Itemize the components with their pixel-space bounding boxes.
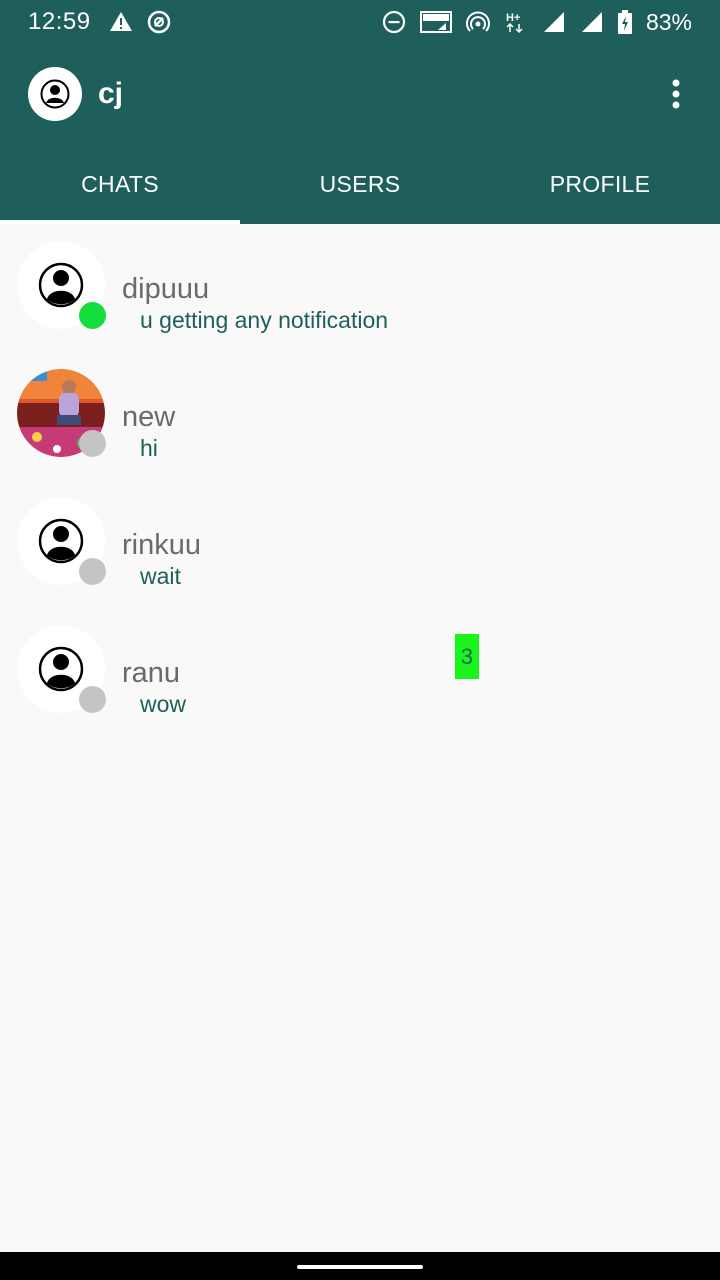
status-time: 12:59 (28, 8, 91, 35)
battery-percent: 83% (645, 8, 692, 35)
chat-row-ranu[interactable]: ranu wow (0, 608, 720, 736)
user-avatar-icon (40, 79, 70, 109)
tab-bar: CHATS USERS PROFILE (0, 144, 720, 224)
chat-list: dipuuu u getting any notification new hi… (0, 224, 720, 736)
app-bar: cj (0, 44, 720, 144)
profile-avatar[interactable] (28, 67, 82, 121)
chat-row-new[interactable]: new hi (0, 352, 720, 480)
status-left-icons (109, 10, 171, 34)
navigation-bar (0, 1252, 720, 1280)
home-gesture-handle[interactable] (297, 1265, 423, 1269)
chat-last-message: hi (140, 435, 158, 461)
chat-last-message: wait (140, 563, 181, 589)
app-title: cj (98, 77, 124, 110)
unread-count-badge: 3 (455, 634, 479, 679)
chat-last-message: u getting any notification (140, 307, 389, 333)
battery-icon (617, 10, 632, 34)
offline-status-dot (79, 430, 106, 457)
chat-row-rinkuu[interactable]: rinkuu wait (0, 480, 720, 608)
default-avatar-icon (38, 262, 84, 308)
chat-last-message: wow (140, 691, 187, 717)
chat-name: new (122, 401, 176, 433)
default-avatar-icon (38, 518, 84, 564)
default-avatar-icon (38, 646, 84, 692)
avatar (17, 241, 106, 329)
online-status-dot (79, 302, 106, 329)
dnd-icon (382, 10, 406, 34)
warning-icon (109, 12, 132, 31)
offline-status-dot (79, 686, 106, 713)
app-screen: 12:59 H+ 83% cj CHATS USERS PROFILE dipu… (0, 0, 720, 1280)
tab-profile[interactable]: PROFILE (480, 144, 720, 224)
signal-icon (543, 12, 564, 32)
hotspot-icon (465, 11, 490, 32)
overflow-menu-button[interactable] (660, 70, 692, 118)
chat-row-dipuuu[interactable]: dipuuu u getting any notification (0, 224, 720, 352)
avatar (17, 497, 106, 585)
chat-name: ranu (122, 657, 181, 689)
avatar (17, 625, 106, 713)
status-bar: 12:59 H+ 83% (0, 0, 720, 44)
h-plus-icon: H+ (506, 12, 523, 34)
status-right-icons: H+ 83% (382, 9, 692, 36)
chat-name: rinkuu (122, 529, 201, 561)
avatar (17, 369, 106, 457)
more-vert-icon (672, 79, 680, 109)
svg-text:H+: H+ (506, 12, 520, 24)
tab-users[interactable]: USERS (240, 144, 480, 224)
tab-chats[interactable]: CHATS (0, 144, 240, 224)
offline-status-dot (79, 558, 106, 585)
volte-icon (419, 11, 452, 33)
signal-icon (581, 12, 602, 32)
no-disturb-icon (147, 10, 170, 34)
chat-name: dipuuu (122, 273, 210, 305)
